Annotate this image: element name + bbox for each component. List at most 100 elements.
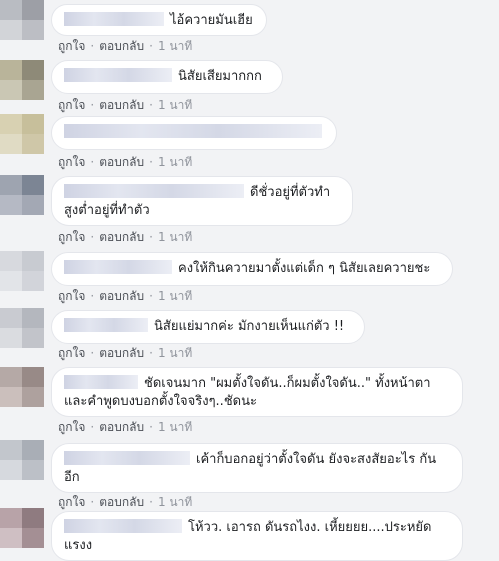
avatar[interactable] [0, 60, 44, 100]
avatar[interactable] [0, 114, 44, 154]
timestamp[interactable]: 1 นาที [158, 346, 192, 360]
commenter-name-blurred[interactable] [64, 519, 182, 533]
avatar-pixel [0, 367, 22, 387]
avatar[interactable] [0, 367, 44, 407]
comment-actions: ถูกใจ · ตอบกลับ · 1 นาที [58, 155, 192, 169]
timestamp[interactable]: 1 นาที [158, 39, 192, 53]
avatar-pixel [0, 60, 22, 80]
separator: · [90, 39, 95, 53]
commenter-name-blurred[interactable] [64, 124, 322, 138]
like-link[interactable]: ถูกใจ [58, 98, 85, 112]
timestamp[interactable]: 1 นาที [158, 230, 192, 244]
timestamp[interactable]: 1 นาที [158, 289, 192, 303]
avatar[interactable] [0, 175, 44, 215]
reply-link[interactable]: ตอบกลับ [99, 39, 144, 53]
avatar-pixel [0, 440, 22, 460]
separator: · [149, 495, 153, 509]
avatar-pixel [0, 134, 22, 154]
avatar-pixel [0, 508, 22, 528]
avatar-pixel [22, 195, 44, 215]
reply-link[interactable]: ตอบกลับ [99, 155, 144, 169]
timestamp[interactable]: 1 นาที [158, 98, 192, 112]
separator: · [90, 495, 95, 509]
comment-bubble: นิสัยเสียมากกก [51, 60, 283, 94]
commenter-name-blurred[interactable] [64, 318, 148, 332]
separator: · [90, 289, 95, 303]
avatar-pixel [22, 60, 44, 80]
timestamp[interactable]: 1 นาที [158, 155, 192, 169]
commenter-name-blurred[interactable] [64, 375, 138, 389]
timestamp[interactable]: 1 นาที [158, 495, 192, 509]
comment-text: นิสัยแย่มากค่ะ มักงายเห็นแก่ตัว !! [154, 319, 345, 334]
avatar-pixel [0, 387, 22, 407]
avatar-pixel [0, 80, 22, 100]
comment-actions: ถูกใจ · ตอบกลับ · 1 นาที [58, 230, 192, 244]
comment-bubble: โห้วว. เอารถ ดันรถไงง. เหี้ยยยย....ประหย… [51, 511, 463, 561]
separator: · [149, 230, 153, 244]
reply-link[interactable]: ตอบกลับ [99, 346, 144, 360]
avatar-pixel [22, 460, 44, 480]
reply-link[interactable]: ตอบกลับ [99, 495, 144, 509]
comment-actions: ถูกใจ · ตอบกลับ · 1 นาที [58, 98, 192, 112]
commenter-name-blurred[interactable] [64, 184, 244, 198]
commenter-name-blurred[interactable] [64, 451, 190, 465]
comment-thread: ไอ้ควายมันเฮีย ถูกใจ · ตอบกลับ · 1 นาที นิสั… [0, 0, 499, 561]
separator: · [149, 420, 153, 434]
avatar-pixel [22, 20, 44, 40]
comment-bubble [51, 116, 337, 150]
avatar-pixel [0, 175, 22, 195]
separator: · [149, 39, 153, 53]
like-link[interactable]: ถูกใจ [58, 230, 85, 244]
avatar-pixel [0, 308, 22, 328]
reply-link[interactable]: ตอบกลับ [99, 98, 144, 112]
avatar-pixel [22, 308, 44, 328]
commenter-name-blurred[interactable] [64, 260, 172, 274]
reply-link[interactable]: ตอบกลับ [99, 230, 144, 244]
separator: · [90, 230, 95, 244]
avatar-pixel [22, 271, 44, 291]
comment-actions: ถูกใจ · ตอบกลับ · 1 นาที [58, 289, 192, 303]
avatar[interactable] [0, 0, 44, 40]
avatar-pixel [22, 134, 44, 154]
avatar[interactable] [0, 440, 44, 480]
timestamp[interactable]: 1 นาที [158, 420, 192, 434]
avatar[interactable] [0, 251, 44, 291]
separator: · [90, 420, 95, 434]
avatar-pixel [22, 114, 44, 134]
avatar-pixel [22, 175, 44, 195]
avatar-pixel [0, 528, 22, 548]
avatar-pixel [22, 80, 44, 100]
avatar[interactable] [0, 308, 44, 348]
comment-bubble: นิสัยแย่มากค่ะ มักงายเห็นแก่ตัว !! [51, 310, 365, 344]
separator: · [149, 346, 153, 360]
avatar-pixel [22, 528, 44, 548]
like-link[interactable]: ถูกใจ [58, 289, 85, 303]
avatar-pixel [0, 251, 22, 271]
avatar-pixel [22, 251, 44, 271]
commenter-name-blurred[interactable] [64, 12, 164, 26]
like-link[interactable]: ถูกใจ [58, 495, 85, 509]
separator: · [149, 155, 153, 169]
separator: · [90, 98, 95, 112]
comment-text: คงให้กินควายมาตั้งแต่เด็ก ๆ นิสัยเลยควาย… [178, 261, 431, 276]
comment-actions: ถูกใจ · ตอบกลับ · 1 นาที [58, 346, 192, 360]
avatar-pixel [0, 20, 22, 40]
separator: · [90, 346, 95, 360]
like-link[interactable]: ถูกใจ [58, 39, 85, 53]
avatar-pixel [22, 387, 44, 407]
avatar-pixel [22, 508, 44, 528]
comment-actions: ถูกใจ · ตอบกลับ · 1 นาที [58, 495, 192, 509]
like-link[interactable]: ถูกใจ [58, 420, 85, 434]
avatar-pixel [22, 328, 44, 348]
like-link[interactable]: ถูกใจ [58, 155, 85, 169]
separator: · [90, 155, 95, 169]
commenter-name-blurred[interactable] [64, 68, 172, 82]
avatar-pixel [0, 0, 22, 20]
like-link[interactable]: ถูกใจ [58, 346, 85, 360]
reply-link[interactable]: ตอบกลับ [99, 420, 144, 434]
reply-link[interactable]: ตอบกลับ [99, 289, 144, 303]
avatar-pixel [0, 114, 22, 134]
avatar[interactable] [0, 508, 44, 548]
avatar-pixel [0, 271, 22, 291]
comment-bubble: คงให้กินควายมาตั้งแต่เด็ก ๆ นิสัยเลยควาย… [51, 252, 453, 286]
